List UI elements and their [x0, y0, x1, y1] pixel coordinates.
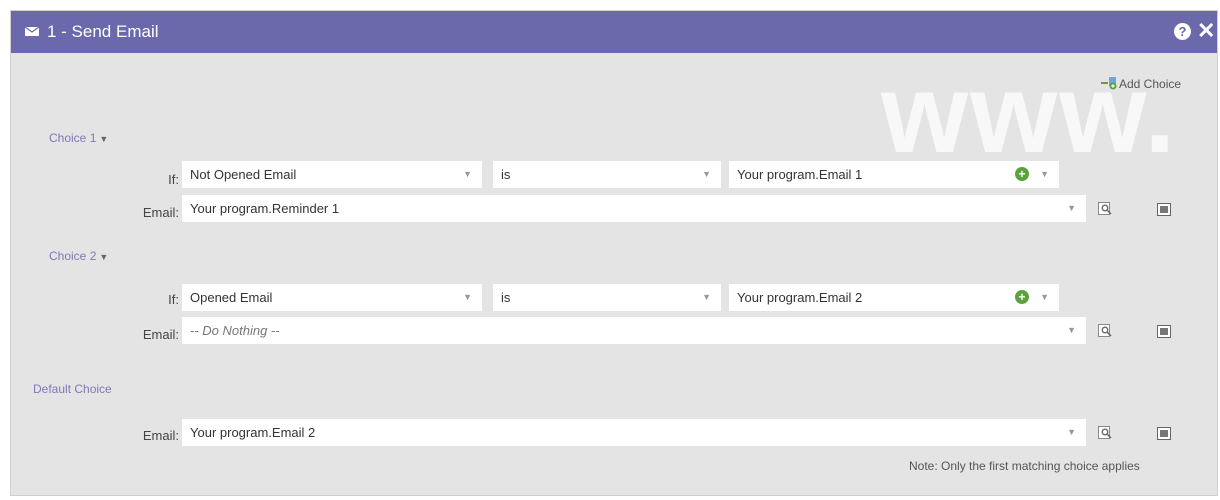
choice-1-if-label: If:: [168, 172, 179, 187]
choice-2-email-label: Email:: [142, 327, 179, 342]
chevron-down-icon: ▼: [702, 292, 711, 302]
delete-icon[interactable]: [1157, 325, 1171, 338]
default-email-value: Your program.Email 2: [190, 425, 316, 440]
chevron-down-icon: ▼: [1067, 203, 1076, 213]
choice-2-email-value: -- Do Nothing --: [190, 323, 280, 338]
preview-icon[interactable]: [1098, 202, 1112, 215]
chevron-down-icon: ▼: [463, 169, 472, 179]
email-flow-icon: [25, 26, 39, 36]
choice-2-operator-value: is: [501, 290, 511, 305]
choice-2-toggle[interactable]: Choice 2 ▼: [49, 249, 108, 263]
choice-1-label: Choice 1: [49, 131, 97, 145]
add-choice-icon: [1101, 77, 1117, 90]
choice-1-operator-value: is: [501, 167, 511, 182]
choice-2-operator-select[interactable]: is ▼: [493, 284, 721, 311]
default-choice-label: Default Choice: [33, 382, 112, 396]
send-email-dialog: 1 - Send Email ? ✕ www. Add Choice Choic…: [10, 10, 1218, 496]
default-email-select[interactable]: Your program.Email 2 ▼: [182, 419, 1086, 446]
delete-icon[interactable]: [1157, 203, 1171, 216]
watermark: www.: [881, 51, 1178, 176]
choice-1-condition-value: Not Opened Email: [190, 167, 297, 182]
chevron-down-icon: ▼: [1067, 325, 1076, 335]
matching-note: Note: Only the first matching choice app…: [909, 459, 1140, 473]
caret-down-icon: ▼: [99, 252, 109, 262]
chevron-down-icon: ▼: [463, 292, 472, 302]
chevron-down-icon: ▼: [1040, 292, 1049, 302]
caret-down-icon: ▼: [99, 134, 109, 144]
choice-1-email-value: Your program.Reminder 1: [190, 201, 340, 216]
choice-1-value-select[interactable]: Your program.Email 1 + ▼: [729, 161, 1059, 188]
choice-1-condition-select[interactable]: Not Opened Email ▼: [182, 161, 482, 188]
default-email-label: Email:: [142, 428, 179, 443]
chevron-down-icon: ▼: [1067, 427, 1076, 437]
choice-1-email-select[interactable]: Your program.Reminder 1 ▼: [182, 195, 1086, 222]
choice-1-email-label: Email:: [142, 205, 179, 220]
add-choice-label: Add Choice: [1119, 77, 1182, 91]
help-icon[interactable]: ?: [1174, 23, 1191, 40]
choice-2-value-text: Your program.Email 2: [737, 290, 863, 305]
choice-2-label: Choice 2: [49, 249, 97, 263]
preview-icon[interactable]: [1098, 426, 1112, 439]
dialog-titlebar: 1 - Send Email ? ✕: [11, 11, 1217, 53]
close-icon[interactable]: ✕: [1197, 19, 1215, 43]
preview-icon[interactable]: [1098, 324, 1112, 337]
chevron-down-icon: ▼: [702, 169, 711, 179]
delete-icon[interactable]: [1157, 427, 1171, 440]
add-choice-button[interactable]: Add Choice: [1101, 77, 1181, 91]
choice-2-email-select[interactable]: -- Do Nothing -- ▼: [182, 317, 1086, 344]
choice-2-condition-value: Opened Email: [190, 290, 273, 305]
choice-1-operator-select[interactable]: is ▼: [493, 161, 721, 188]
choice-1-toggle[interactable]: Choice 1 ▼: [49, 131, 108, 145]
choice-1-value-text: Your program.Email 1: [737, 167, 863, 182]
add-value-icon[interactable]: +: [1015, 167, 1029, 181]
dialog-title: 1 - Send Email: [47, 22, 159, 41]
chevron-down-icon: ▼: [1040, 169, 1049, 179]
add-value-icon[interactable]: +: [1015, 290, 1029, 304]
choice-2-value-select[interactable]: Your program.Email 2 + ▼: [729, 284, 1059, 311]
choice-2-if-label: If:: [168, 292, 179, 307]
choice-2-condition-select[interactable]: Opened Email ▼: [182, 284, 482, 311]
